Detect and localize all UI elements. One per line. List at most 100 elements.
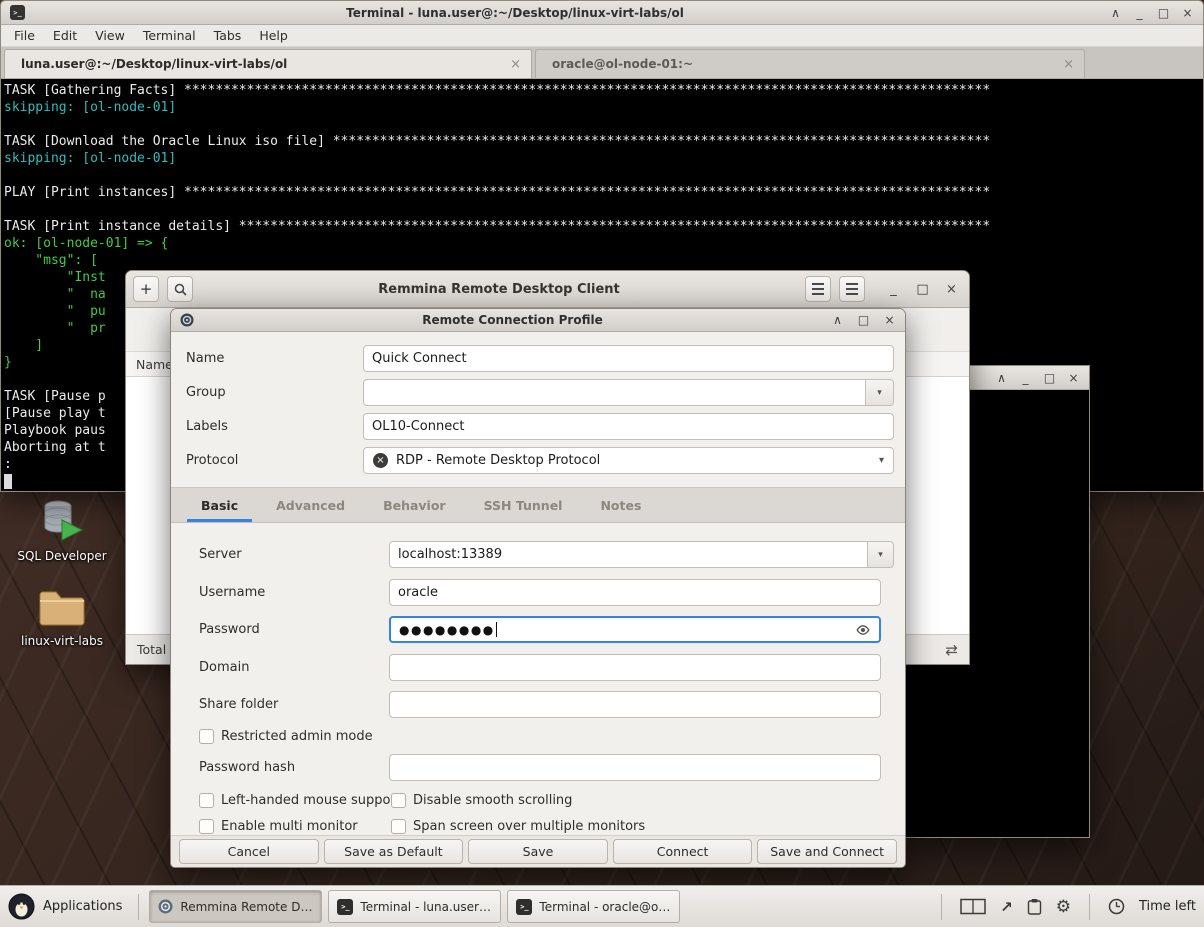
terminal-line xyxy=(4,201,1203,218)
labels-label: Labels xyxy=(186,413,228,440)
minimize-button[interactable]: _ xyxy=(887,282,900,297)
taskbar-item-remmina[interactable]: Remmina Remote Desk... xyxy=(149,890,322,923)
terminal-line: TASK [Gathering Facts] *****************… xyxy=(4,82,1203,99)
taskbar-item-terminal-luna[interactable]: >_ Terminal - luna.user@:~... xyxy=(328,890,501,923)
close-button[interactable]: × xyxy=(1067,371,1080,385)
menu-terminal[interactable]: Terminal xyxy=(134,28,205,43)
close-button[interactable]: × xyxy=(1181,6,1194,20)
rdp-protocol-icon: × xyxy=(373,453,388,468)
close-button[interactable]: × xyxy=(883,313,896,327)
maximize-button[interactable]: □ xyxy=(1043,371,1056,385)
name-input[interactable] xyxy=(363,345,894,372)
minimize-button[interactable]: _ xyxy=(1133,6,1146,20)
remmina-headerbar[interactable]: + Remmina Remote Desktop Client _ □ × xyxy=(126,271,969,308)
clock-icon[interactable] xyxy=(1108,898,1125,915)
clipboard-icon[interactable] xyxy=(1027,898,1042,915)
save-as-default-button[interactable]: Save as Default xyxy=(324,839,464,864)
desktop-icon-linux-virt-labs[interactable]: linux-virt-labs xyxy=(16,586,108,648)
menu-file[interactable]: File xyxy=(5,28,44,43)
terminal1-window-title: Terminal - luna.user@:~/Desktop/linux-vi… xyxy=(31,6,999,20)
terminal2-window-controls: ∧ _ □ × xyxy=(995,371,1080,385)
text-caret xyxy=(496,622,497,637)
desktop-icon-label: SQL Developer xyxy=(16,549,108,563)
group-dropdown-button[interactable]: ▾ xyxy=(866,379,894,406)
share-folder-input[interactable] xyxy=(389,691,881,718)
dialog-tabstrip: Basic Advanced Behavior SSH Tunnel Notes xyxy=(171,487,905,523)
taskbar-tray: ↗ ⚙ Time left xyxy=(937,894,1198,920)
domain-label: Domain xyxy=(199,654,249,681)
server-input[interactable] xyxy=(389,541,868,568)
multi-monitor-checkbox[interactable] xyxy=(199,819,214,834)
username-input[interactable] xyxy=(389,579,881,606)
main-menu-button[interactable] xyxy=(839,276,865,302)
tab-luna-user[interactable]: luna.user@:~/Desktop/linux-virt-labs/ol … xyxy=(4,49,532,78)
applications-menu-button[interactable]: Applications xyxy=(6,891,128,922)
smooth-scrolling-checkbox[interactable] xyxy=(391,793,406,808)
taskbar-separator xyxy=(941,894,942,920)
password-masked-value: ●●●●●●●● xyxy=(399,623,495,637)
save-and-connect-button[interactable]: Save and Connect xyxy=(757,839,897,864)
close-button[interactable]: × xyxy=(945,282,958,297)
desktop-icon-sql-developer[interactable]: SQL Developer xyxy=(16,497,108,563)
cancel-button[interactable]: Cancel xyxy=(179,839,319,864)
remmina-app-icon xyxy=(158,899,173,914)
password-hash-input[interactable] xyxy=(389,754,881,781)
view-mode-button[interactable] xyxy=(805,276,831,302)
chevron-down-icon: ▾ xyxy=(878,550,883,560)
maximize-button[interactable]: □ xyxy=(1157,6,1170,20)
menu-tabs[interactable]: Tabs xyxy=(205,28,251,43)
tab-basic[interactable]: Basic xyxy=(187,488,252,522)
span-screen-checkbox[interactable] xyxy=(391,819,406,834)
new-connection-button[interactable]: + xyxy=(133,276,159,302)
workspace-switcher-icon[interactable] xyxy=(960,898,986,915)
tab-label: oracle@ol-node-01:~ xyxy=(552,57,1049,71)
tab-label: luna.user@:~/Desktop/linux-virt-labs/ol xyxy=(21,57,496,71)
terminal-line xyxy=(4,167,1203,184)
maximize-button[interactable]: □ xyxy=(916,282,929,297)
tab-advanced[interactable]: Advanced xyxy=(262,488,359,522)
domain-input[interactable] xyxy=(389,654,881,681)
tab-notes[interactable]: Notes xyxy=(586,488,655,522)
save-button[interactable]: Save xyxy=(468,839,608,864)
protocol-dropdown[interactable]: × RDP - Remote Desktop Protocol ▾ xyxy=(363,447,894,474)
terminal1-titlebar[interactable]: >_ Terminal - luna.user@:~/Desktop/linux… xyxy=(1,1,1203,25)
switch-mode-icon[interactable]: ⇄ xyxy=(945,641,958,659)
group-input[interactable] xyxy=(363,379,866,406)
taskbar-item-terminal-oracle[interactable]: >_ Terminal - oracle@ol-no... xyxy=(507,890,680,923)
shade-button[interactable]: ∧ xyxy=(831,313,844,327)
gear-icon[interactable]: ⚙ xyxy=(1056,897,1071,917)
remmina-app-icon xyxy=(180,313,194,327)
tab-behavior[interactable]: Behavior xyxy=(369,488,460,522)
timer-label[interactable]: Time left xyxy=(1139,899,1196,914)
dialog-body: Name Group ▾ Labels Protocol × RDP - Rem… xyxy=(171,332,905,867)
labels-input[interactable] xyxy=(363,413,894,440)
password-input[interactable]: ●●●●●●●● xyxy=(389,616,881,643)
sql-developer-icon xyxy=(39,497,85,543)
password-reveal-eye-icon[interactable] xyxy=(855,622,871,638)
shade-button[interactable]: ∧ xyxy=(995,371,1008,385)
menu-view[interactable]: View xyxy=(86,28,134,43)
maximize-button[interactable]: □ xyxy=(857,313,870,327)
shade-button[interactable]: ∧ xyxy=(1109,6,1122,20)
expand-window-icon[interactable]: ↗ xyxy=(1000,898,1013,916)
span-screen-label: Span screen over multiple monitors xyxy=(413,819,645,834)
connect-button[interactable]: Connect xyxy=(613,839,753,864)
left-handed-checkbox[interactable] xyxy=(199,793,214,808)
menu-edit[interactable]: Edit xyxy=(44,28,86,43)
server-dropdown-button[interactable]: ▾ xyxy=(868,541,894,568)
terminal-line: TASK [Print instance details] **********… xyxy=(4,218,1203,235)
applications-label: Applications xyxy=(43,899,122,914)
menu-help[interactable]: Help xyxy=(250,28,297,43)
terminal1-window-controls: ∧ _ □ × xyxy=(1109,6,1194,20)
restricted-admin-checkbox[interactable] xyxy=(199,729,214,744)
taskbar: Applications Remmina Remote Desk... >_ T… xyxy=(0,885,1204,927)
tab-close-icon[interactable]: × xyxy=(1063,57,1074,72)
tab-oracle-node[interactable]: oracle@ol-node-01:~ × xyxy=(535,49,1085,78)
minimize-button[interactable]: _ xyxy=(1019,371,1032,385)
task-label: Terminal - luna.user@:~... xyxy=(360,900,492,914)
tab-close-icon[interactable]: × xyxy=(510,57,521,72)
tab-ssh-tunnel[interactable]: SSH Tunnel xyxy=(470,488,577,522)
dialog-titlebar[interactable]: Remote Connection Profile ∧ □ × xyxy=(171,309,905,332)
search-button[interactable] xyxy=(167,276,193,302)
taskbar-separator xyxy=(138,894,139,920)
